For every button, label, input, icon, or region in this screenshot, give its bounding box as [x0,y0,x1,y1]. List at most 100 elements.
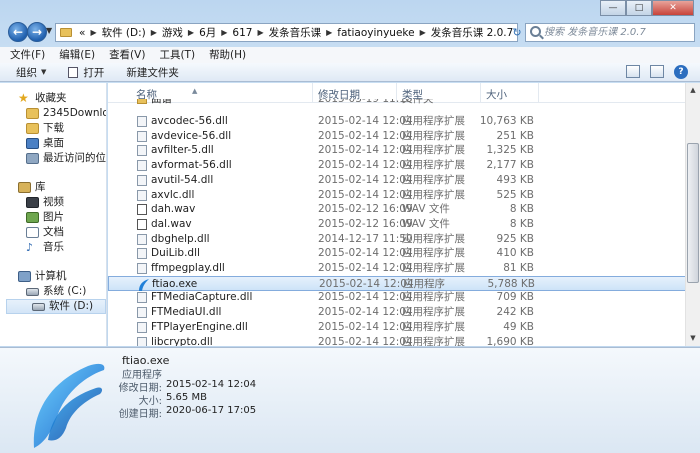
file-date: 2015-02-14 12:04 [318,291,413,304]
breadcrumb-item[interactable]: 发条音乐课 [266,25,325,40]
minimize-button[interactable]: — [600,0,626,16]
drive-icon [32,302,45,311]
table-row[interactable]: FTMediaCapture.dll 2015-02-14 12:04 应用程序扩展… [108,290,688,305]
nav-recent-label: 最近访问的位置 [43,152,106,164]
search-input[interactable]: 搜索 发条音乐课 2.0.7 [525,23,695,42]
maximize-button[interactable]: □ [626,0,652,16]
close-button[interactable]: ✕ [652,0,694,16]
file-name: avutil-54.dll [151,173,214,186]
breadcrumb-separator-icon[interactable]: ▶ [219,28,229,37]
file-date: 2015-02-14 12:04 [318,115,413,127]
scrollbar-thumb[interactable] [687,143,699,283]
breadcrumb-separator-icon[interactable]: ▶ [255,28,265,37]
file-type: 应用程序扩展 [402,232,465,245]
file-name: axvlc.dll [151,188,195,201]
file-type: 应用程序扩展 [402,129,465,142]
file-date: 2014-12-17 11:50 [318,232,413,245]
breadcrumb-item[interactable]: 617 [229,27,255,39]
folder-icon [137,99,147,104]
table-row[interactable]: dbghelp.dll 2014-12-17 11:50 应用程序扩展 925 KB [108,232,688,247]
menu-tools[interactable]: 工具(T) [159,47,195,63]
table-row[interactable]: ftiao.exe 2015-02-14 12:04 应用程序 5,788 KB [108,275,688,291]
nav-desktop[interactable]: 桌面 [0,136,106,151]
folder-icon [26,123,39,134]
table-row[interactable]: DuiLib.dll 2015-02-14 12:04 应用程序扩展 410 KB [108,246,688,261]
organize-button[interactable]: 组织 ▼ [16,65,46,80]
nav-computer[interactable]: 计算机 [0,269,106,284]
nav-videos-label: 视频 [43,196,64,208]
change-view-icon[interactable] [626,65,640,78]
breadcrumb-separator-icon[interactable]: ▶ [418,28,428,37]
nav-drive-d-label: 软件 (D:) [49,300,94,312]
dll-file-icon [137,292,147,304]
table-row[interactable]: avutil-54.dll 2015-02-14 12:04 应用程序扩展 493 K… [108,173,688,188]
table-row[interactable]: dal.wav 2015-02-12 16:09 WAV 文件 8 KB [108,217,688,232]
app-icon [138,278,150,291]
detail-size-value: 5.65 MB [166,392,207,403]
table-row[interactable]: avdevice-56.dll 2015-02-14 12:04 应用程序扩展 251… [108,129,688,144]
menu-view[interactable]: 查看(V) [109,47,145,63]
breadcrumb-root[interactable]: « [76,27,88,39]
file-name: avdevice-56.dll [151,129,232,142]
file-name: ffmpegplay.dll [151,262,225,274]
nav-2345downloads[interactable]: 2345Downloads [0,106,106,121]
nav-recent[interactable]: 最近访问的位置 [0,151,106,166]
table-row[interactable]: ffmpegplay.dll 2015-02-14 12:04 应用程序扩展 81 K… [108,261,688,276]
table-row[interactable]: libcrypto.dll 2015-02-14 12:04 应用程序扩展 1,690… [108,335,688,346]
breadcrumb-separator-icon[interactable]: ▶ [186,28,196,37]
refresh-icon[interactable]: ↻ [508,23,526,42]
breadcrumb-item[interactable]: 发条音乐课 2.0.7 [428,25,517,40]
table-row[interactable]: FTPlayerEngine.dll 2015-02-14 12:04 应用程序扩展… [108,320,688,335]
file-type: 应用程序扩展 [402,159,465,172]
file-date: 2015-02-14 12:04 [318,320,413,333]
vertical-scrollbar[interactable]: ▲ ▼ [685,83,700,346]
table-row[interactable]: avcodec-56.dll 2015-02-14 12:04 应用程序扩展 10,7… [108,114,688,129]
nav-downloads[interactable]: 下载 [0,121,106,136]
open-button[interactable]: 打开 [68,65,104,80]
file-size: 2,177 KB [486,159,535,172]
table-row[interactable]: avformat-56.dll 2015-02-14 12:04 应用程序扩展 2,1… [108,158,688,173]
file-type: 文件夹 [402,99,434,105]
chevron-down-icon: ▼ [41,68,47,76]
nav-downloads-label: 下载 [43,122,64,134]
table-row[interactable]: FTMediaUI.dll 2015-02-14 12:04 应用程序扩展 242 K… [108,305,688,320]
breadcrumb-item[interactable]: 6月 [196,25,219,40]
nav-drive-c[interactable]: 系统 (C:) [0,284,106,299]
breadcrumb-separator-icon[interactable]: ▶ [149,28,159,37]
breadcrumb-separator-icon[interactable]: ▶ [324,28,334,37]
nav-pictures[interactable]: 图片 [0,210,106,225]
scroll-up-icon[interactable]: ▲ [686,83,700,98]
new-folder-button[interactable]: 新建文件夹 [126,65,179,80]
scroll-down-icon[interactable]: ▼ [686,331,700,346]
help-icon[interactable]: ? [674,65,688,79]
nav-computer-label: 计算机 [35,270,67,282]
recent-pages-dropdown[interactable]: ▼ [46,26,52,35]
nav-libraries[interactable]: 库 [0,180,106,195]
nav-music[interactable]: ♪ 音乐 [0,240,106,255]
music-icon: ♪ [26,241,34,254]
file-list: 名称 ▲ 修改日期 类型 大小 曲谱 2015-03-19 11:15 文件夹 … [108,83,700,346]
table-row[interactable]: axvlc.dll 2015-02-14 12:04 应用程序扩展 525 KB [108,188,688,203]
breadcrumb-item[interactable]: fatiaoyinyueke [334,27,417,39]
file-name: avfilter-5.dll [151,144,214,157]
address-bar[interactable]: « ▶ 软件 (D:) ▶ 游戏 ▶ 6月 ▶ 617 ▶ 发条音乐课 ▶ fatiaoyinyuek… [55,23,518,42]
table-row[interactable]: avfilter-5.dll 2015-02-14 12:04 应用程序扩展 1,32… [108,143,688,158]
menu-help[interactable]: 帮助(H) [209,47,246,63]
file-type: 应用程序扩展 [402,144,465,157]
nav-drive-d[interactable]: 软件 (D:) [6,299,106,314]
list-item[interactable]: 曲谱 2015-03-19 11:15 文件夹 [108,99,688,107]
nav-documents[interactable]: 文档 [0,225,106,240]
breadcrumb-item[interactable]: 游戏 [159,25,186,40]
breadcrumb-item[interactable]: 软件 (D:) [99,25,149,40]
back-button[interactable]: ← [8,22,28,42]
breadcrumb-separator-icon[interactable]: ▶ [88,28,98,37]
library-icon [18,182,31,193]
nav-favorites[interactable]: ★ 收藏夹 [0,91,106,106]
preview-pane-icon[interactable] [650,65,664,78]
table-row[interactable]: dah.wav 2015-02-12 16:09 WAV 文件 8 KB [108,202,688,217]
menu-file[interactable]: 文件(F) [10,47,45,63]
forward-button[interactable]: → [27,22,47,42]
dll-file-icon [137,116,147,127]
nav-videos[interactable]: 视频 [0,195,106,210]
menu-edit[interactable]: 编辑(E) [59,47,95,63]
